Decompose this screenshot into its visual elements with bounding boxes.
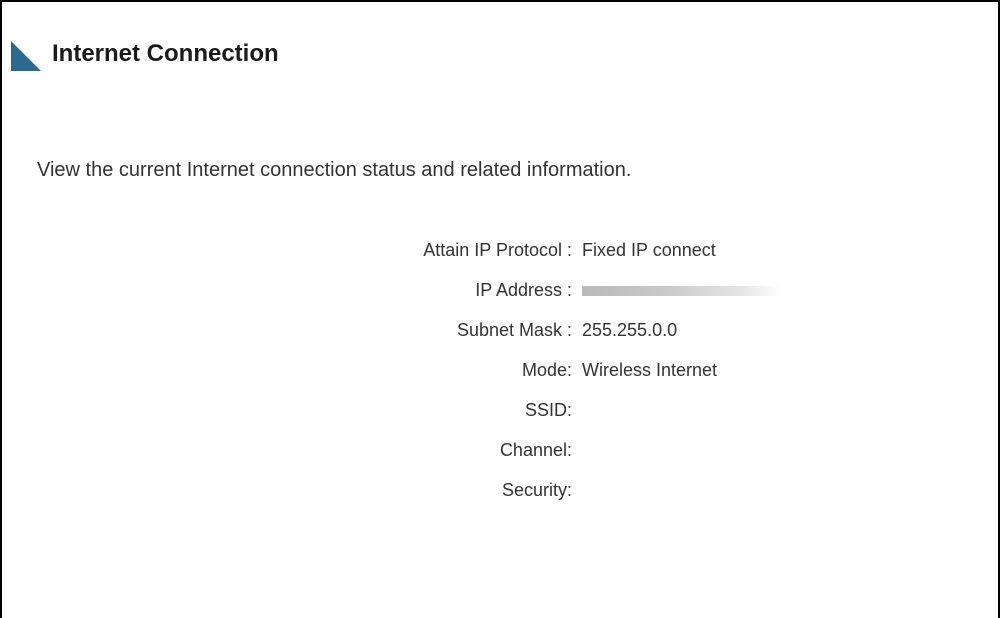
ssid-label: SSID: [524, 400, 572, 420]
ip-address-label: IP Address : [475, 280, 572, 300]
attain-ip-protocol-value: Fixed IP connect [582, 240, 716, 260]
internet-connection-panel: Internet Connection View the current Int… [0, 0, 1000, 618]
page-title: Internet Connection [52, 40, 279, 67]
mode-label: Mode: [521, 360, 572, 380]
intro-text: View the current Internet connection sta… [37, 159, 632, 181]
attain-ip-protocol-label: Attain IP Protocol : [423, 240, 572, 260]
connection-info-table: Attain IP Protocol : Fixed IP connect IP… [2, 230, 1002, 510]
security-label: Security: [501, 480, 572, 500]
ip-address-redacted-value [582, 286, 782, 296]
subnet-mask-label: Subnet Mask : [456, 320, 572, 340]
info-row-attain-ip-protocol: Attain IP Protocol : Fixed IP connect [2, 230, 1002, 270]
channel-label: Channel: [499, 440, 572, 460]
mode-value: Wireless Internet [582, 360, 718, 380]
triangle-corner-icon [11, 41, 41, 71]
subnet-mask-value: 255.255.0.0 [582, 320, 678, 340]
info-row-channel: Channel: [2, 430, 1002, 470]
info-row-subnet-mask: Subnet Mask : 255.255.0.0 [2, 310, 1002, 350]
info-row-security: Security: [2, 470, 1002, 510]
info-row-mode: Mode: Wireless Internet [2, 350, 1002, 390]
info-row-ssid: SSID: [2, 390, 1002, 430]
info-row-ip-address: IP Address : [2, 270, 1002, 310]
